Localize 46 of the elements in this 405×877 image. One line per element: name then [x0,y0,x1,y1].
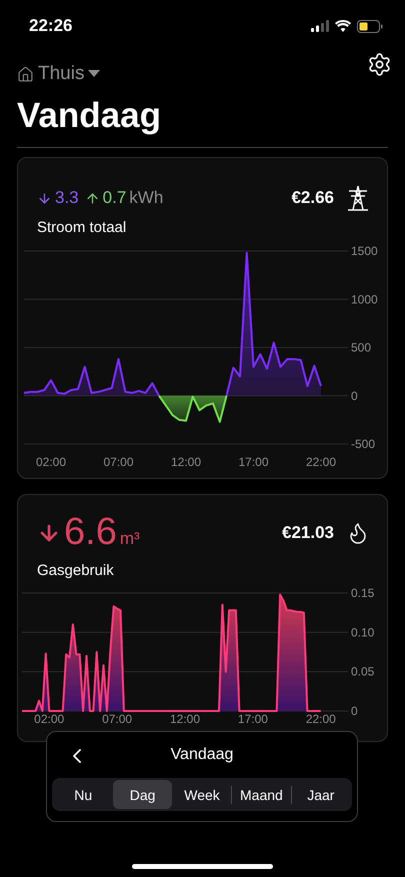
axis-label: 0.15 [351,586,374,600]
axis-label: 22:00 [306,712,336,726]
cost-value: €21.03 [282,522,334,542]
settings-icon [367,52,392,76]
axis-label: 0.05 [351,664,374,679]
period-tab[interactable]: Nu [54,780,112,809]
axis-label: 0 [351,704,358,718]
arrow-down-icon [37,190,52,206]
axis-label: 22:00 [306,455,336,469]
axis-label: 12:00 [170,455,202,469]
period-tab[interactable]: Dag [113,780,172,809]
wifi-icon [335,20,351,32]
axis-label: 500 [351,340,372,354]
axis-label: 12:00 [170,712,200,726]
location-selector[interactable]: Thuis [17,63,100,85]
card-title: Gasgebruik [37,562,115,579]
axis-label: 02:00 [34,712,64,726]
period-title: Vandaag [170,746,234,764]
stat-value: 3.3 [55,188,79,208]
period-tab[interactable]: Week [172,780,232,809]
axis-label: 1500 [351,244,378,258]
axis-label: 17:00 [238,712,268,726]
page-title: Vandaag [17,95,162,137]
axis-label: 0.10 [351,625,374,640]
cost-value: €2.66 [291,188,334,208]
status-time: 22:26 [29,16,72,36]
unit-label: m³ [120,529,140,549]
battery-icon [357,20,383,32]
axis-label: 07:00 [103,455,134,469]
caret-icon [88,70,100,78]
axis-label: 17:00 [238,455,269,469]
home-icon [17,66,34,82]
axis-label: 0 [351,388,358,403]
stat-value: 6.6 [64,511,117,554]
power-pylon-icon [346,185,370,211]
signal-icon [311,20,329,32]
period-tab[interactable]: Jaar [292,780,350,809]
period-tab[interactable]: Maand [232,780,291,809]
axis-label: -500 [351,437,376,451]
axis-label: 1000 [351,292,378,306]
axis-label: 07:00 [102,712,132,726]
stat-value: 0.7 [102,188,126,208]
axis-label: 02:00 [36,455,66,469]
unit-label: kWh [129,188,164,208]
card-title: Stroom totaal [37,219,128,236]
settings-button[interactable] [367,52,392,76]
